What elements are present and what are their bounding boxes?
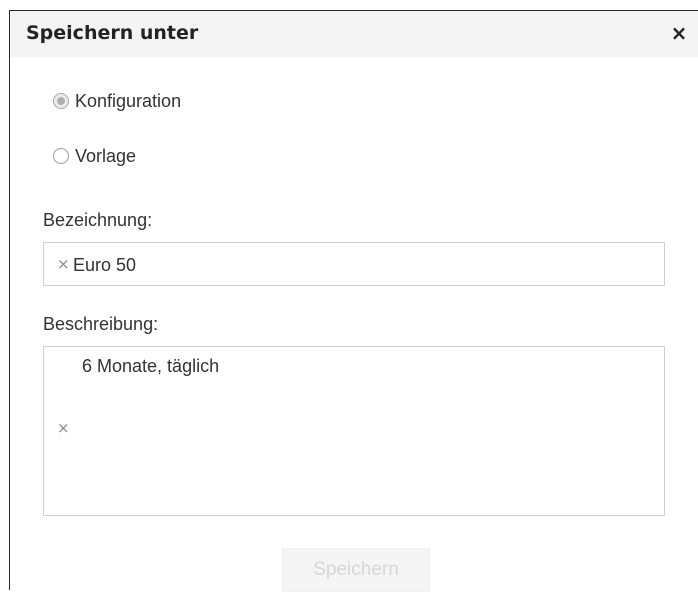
dialog-title: Speichern unter: [26, 22, 199, 44]
radio-unselected-icon[interactable]: [53, 148, 69, 164]
radio-label-vorlage: Vorlage: [75, 145, 137, 166]
description-textarea[interactable]: 6 Monate, täglich ×: [43, 346, 665, 516]
name-input[interactable]: × Euro 50: [43, 242, 665, 286]
name-input-value[interactable]: Euro 50: [73, 255, 136, 276]
clear-icon[interactable]: ×: [57, 255, 70, 273]
description-textarea-value[interactable]: 6 Monate, täglich: [82, 356, 219, 377]
dialog-title-bar: Speichern unter ×: [10, 11, 698, 57]
clear-icon[interactable]: ×: [57, 419, 70, 437]
radio-label-konfiguration: Konfiguration: [75, 90, 182, 111]
radio-option-vorlage[interactable]: Vorlage: [53, 144, 136, 168]
description-field-label: Beschreibung:: [43, 314, 159, 334]
radio-option-konfiguration[interactable]: Konfiguration: [53, 89, 181, 113]
save-as-dialog: Speichern unter × Konfiguration Vorlage …: [9, 10, 698, 592]
close-icon[interactable]: ×: [668, 20, 690, 46]
save-button[interactable]: Speichern: [282, 548, 430, 592]
radio-selected-icon[interactable]: [53, 93, 69, 109]
name-field-label: Bezeichnung:: [43, 210, 153, 230]
